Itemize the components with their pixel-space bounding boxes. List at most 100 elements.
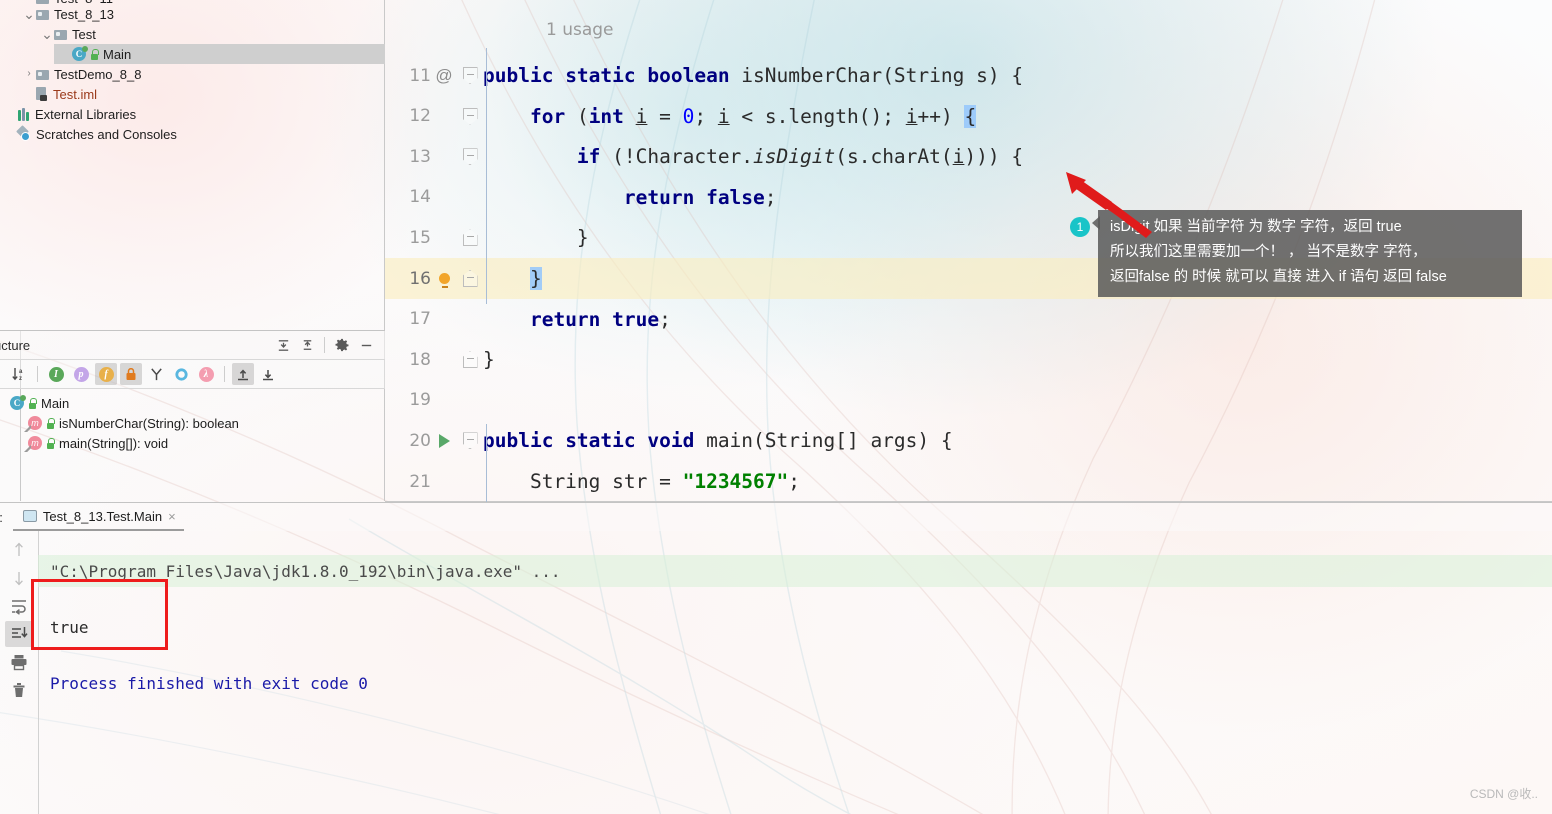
scroll-down-icon[interactable] bbox=[5, 565, 33, 591]
tree-item-label: Main bbox=[103, 46, 132, 62]
annotation-badge: 1 bbox=[1070, 217, 1090, 237]
indent-guide bbox=[486, 48, 487, 304]
console-output[interactable]: "C:\Program Files\Java\jdk1.8.0_192\bin\… bbox=[38, 531, 1552, 814]
show-lambdas-icon[interactable]: λ bbox=[195, 363, 217, 385]
tree-item-label: External Libraries bbox=[35, 106, 137, 122]
code-line-13[interactable]: 13 if (!Character.isDigit(s.charAt(i))) … bbox=[385, 136, 1552, 177]
folder-icon bbox=[36, 0, 50, 4]
run-tool-window[interactable]: n: Test_8_13.Test.Main × bbox=[0, 502, 1552, 814]
expand-all-icon[interactable] bbox=[272, 334, 294, 356]
fold-toggle-icon[interactable] bbox=[457, 229, 483, 247]
code-line-11[interactable]: 11 @ public static boolean isNumberChar(St… bbox=[385, 55, 1552, 96]
annotation-tooltip: isDigit 如果 当前字符 为 数字 字符，返回 true 所以我们这里需要… bbox=[1098, 210, 1522, 297]
run-tab[interactable]: Test_8_13.Test.Main × bbox=[12, 503, 184, 531]
chevron-right-icon[interactable]: › bbox=[22, 0, 36, 3]
fold-toggle-icon[interactable] bbox=[457, 351, 483, 369]
run-tab-bar[interactable]: n: Test_8_13.Test.Main × bbox=[0, 502, 1552, 531]
tree-item-label: Test.iml bbox=[53, 86, 98, 102]
annotation-line: isDigit 如果 当前字符 为 数字 字符，返回 true bbox=[1110, 219, 1402, 235]
intention-bulb-icon[interactable] bbox=[431, 273, 457, 288]
structure-row[interactable]: C Main bbox=[0, 393, 385, 413]
soft-wrap-icon[interactable] bbox=[5, 593, 33, 619]
autoscroll-to-source-icon[interactable] bbox=[232, 363, 254, 385]
code-line-18[interactable]: 18} bbox=[385, 339, 1552, 380]
scroll-to-end-icon[interactable] bbox=[5, 621, 33, 647]
public-lock-icon bbox=[46, 437, 55, 449]
show-inherited-icon[interactable]: I bbox=[45, 363, 67, 385]
tree-item-test-iml[interactable]: Test.iml bbox=[18, 84, 385, 104]
collapse-all-icon[interactable] bbox=[296, 334, 318, 356]
fold-toggle-icon[interactable] bbox=[457, 148, 483, 166]
chevron-down-icon[interactable]: ⌄ bbox=[22, 7, 36, 21]
run-sidebar-toolbar[interactable] bbox=[0, 531, 39, 814]
fold-toggle-icon[interactable] bbox=[457, 270, 483, 287]
toolbar-divider bbox=[224, 366, 225, 382]
tree-item-testdemo-8-8[interactable]: › TestDemo_8_8 bbox=[18, 64, 385, 84]
method-icon: m bbox=[28, 416, 42, 430]
svg-text:z: z bbox=[19, 376, 22, 382]
structure-tool-window[interactable]: ucture bbox=[0, 330, 385, 500]
folder-icon bbox=[54, 29, 68, 40]
code-line-20[interactable]: 20 public static void main(String[] args)… bbox=[385, 420, 1552, 461]
show-anonymous-icon[interactable] bbox=[170, 363, 192, 385]
code-line-19[interactable]: 19 bbox=[385, 380, 1552, 421]
scroll-up-icon[interactable] bbox=[5, 537, 33, 563]
code-line-21[interactable]: 21 String str = "1234567"; bbox=[385, 461, 1552, 502]
chevron-down-icon[interactable]: ⌄ bbox=[40, 27, 54, 41]
close-icon[interactable]: × bbox=[168, 509, 176, 524]
structure-row-label: Main bbox=[41, 395, 70, 411]
tree-item-main[interactable]: C Main bbox=[54, 44, 385, 64]
group-methods-icon[interactable] bbox=[145, 363, 167, 385]
print-icon[interactable] bbox=[5, 649, 33, 675]
line-number: 12 bbox=[409, 106, 431, 127]
folder-icon bbox=[36, 69, 50, 80]
code-text: } bbox=[483, 348, 495, 372]
toolbar-divider bbox=[37, 366, 38, 382]
run-method-icon[interactable] bbox=[431, 433, 457, 448]
structure-list[interactable]: C Main m isNumberChar(String): boolean m main… bbox=[0, 389, 385, 453]
console-icon bbox=[22, 510, 37, 522]
method-icon: m bbox=[28, 436, 42, 450]
code-text: if (!Character.isDigit(s.charAt(i))) { bbox=[576, 145, 1024, 169]
structure-row-label: main(String[]): void bbox=[59, 435, 169, 451]
tree-item-external-libraries[interactable]: External Libraries bbox=[0, 104, 385, 124]
watermark: CSDN @收.. bbox=[1469, 787, 1538, 801]
code-text: public static void main(String[] args) { bbox=[483, 429, 953, 453]
scratches-icon bbox=[18, 127, 32, 141]
structure-row[interactable]: m isNumberChar(String): boolean bbox=[0, 413, 385, 433]
code-text: String str = "1234567"; bbox=[483, 470, 801, 493]
show-properties-icon[interactable]: p bbox=[70, 363, 92, 385]
structure-toolbar[interactable]: a z I p f λ bbox=[0, 360, 385, 389]
autoscroll-from-source-icon[interactable] bbox=[257, 363, 279, 385]
tree-item-scratches-and-consoles[interactable]: Scratches and Consoles bbox=[0, 124, 385, 144]
code-text: } bbox=[483, 226, 589, 250]
tree-item-test-8-13[interactable]: ⌄ Test_8_13 bbox=[18, 4, 385, 24]
project-tree[interactable]: ›Test_8_11⌄Test_8_13⌄TestCMain›TestDemo_… bbox=[0, 0, 385, 330]
annotation-marker-icon[interactable]: @ bbox=[431, 66, 457, 86]
public-lock-icon bbox=[46, 417, 55, 429]
fold-toggle-icon[interactable] bbox=[457, 107, 483, 125]
code-text: return true; bbox=[529, 307, 671, 331]
line-number: 20 bbox=[409, 430, 431, 451]
line-number: 11 bbox=[409, 65, 431, 86]
annotation-line: 返回false 的 时候 就可以 直接 进入 if 语句 返回 false bbox=[1110, 269, 1447, 285]
hide-panel-icon[interactable] bbox=[355, 334, 377, 356]
line-number: 15 bbox=[409, 227, 431, 248]
trash-icon[interactable] bbox=[5, 677, 33, 703]
show-non-public-icon[interactable] bbox=[120, 363, 142, 385]
sort-alphabetically-icon[interactable]: a z bbox=[8, 363, 30, 385]
code-line-17[interactable]: 17 return true; bbox=[385, 299, 1552, 340]
show-fields-icon[interactable]: f bbox=[95, 363, 117, 385]
structure-header: ucture bbox=[0, 330, 385, 360]
settings-gear-icon[interactable] bbox=[331, 334, 353, 356]
tree-item-test[interactable]: ⌄ Test bbox=[36, 24, 385, 44]
fold-toggle-icon[interactable] bbox=[457, 67, 483, 84]
folder-icon bbox=[36, 9, 50, 20]
chevron-right-icon[interactable]: › bbox=[22, 69, 36, 79]
code-line-12[interactable]: 12 for (int i = 0; i < s.length(); i++) … bbox=[385, 96, 1552, 137]
code-text: return false; bbox=[623, 185, 777, 209]
structure-row[interactable]: m main(String[]): void bbox=[0, 433, 385, 453]
fold-toggle-icon[interactable] bbox=[457, 432, 483, 450]
